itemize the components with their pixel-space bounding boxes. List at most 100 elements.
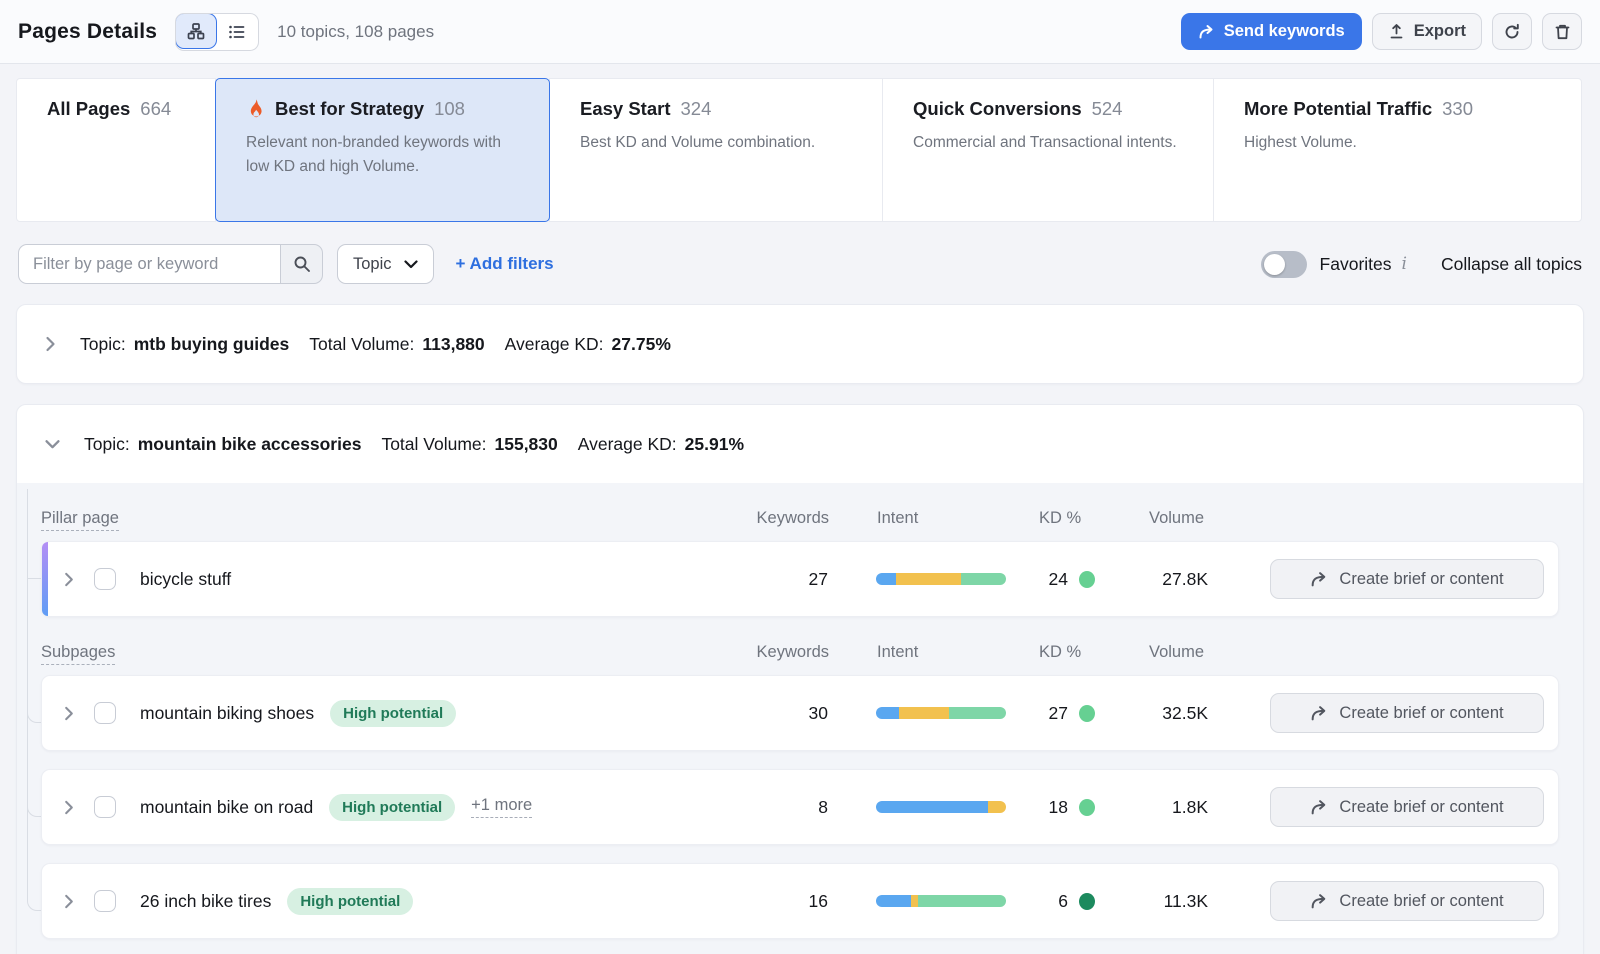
tab-quick-conversions[interactable]: Quick Conversions 524 Commercial and Tra… bbox=[882, 78, 1214, 222]
kd-value: 24 bbox=[1008, 569, 1068, 590]
topics-pages-summary: 10 topics, 108 pages bbox=[277, 22, 434, 42]
search-button[interactable] bbox=[280, 244, 323, 284]
list-view-button[interactable] bbox=[216, 14, 258, 50]
send-arrow-icon bbox=[1310, 571, 1328, 587]
more-badges-link[interactable]: +1 more bbox=[471, 796, 532, 818]
volume-value: 11.3K bbox=[1164, 891, 1258, 912]
tree-connector-line bbox=[27, 489, 28, 887]
chevron-down-icon bbox=[45, 439, 60, 450]
tab-all-pages[interactable]: All Pages 664 bbox=[16, 78, 216, 222]
info-icon[interactable]: i bbox=[1402, 254, 1407, 274]
create-brief-button[interactable]: Create brief or content bbox=[1270, 881, 1544, 921]
row-checkbox[interactable] bbox=[94, 702, 116, 724]
tab-best-for-strategy[interactable]: Best for Strategy 108 Relevant non-brand… bbox=[215, 78, 550, 222]
tab-description: Commercial and Transactional intents. bbox=[913, 131, 1191, 155]
expand-row-icon[interactable] bbox=[64, 572, 74, 587]
search-input[interactable] bbox=[18, 244, 280, 284]
pillar-row-bicycle-stuff: bicycle stuff 27 24 27.8K Create brief o… bbox=[41, 541, 1559, 617]
row-checkbox[interactable] bbox=[94, 890, 116, 912]
column-volume: Volume bbox=[1129, 509, 1259, 528]
column-kd: KD % bbox=[1009, 509, 1129, 528]
list-icon bbox=[228, 23, 246, 41]
column-intent: Intent bbox=[829, 509, 1009, 528]
tree-connector-elbow bbox=[27, 885, 41, 911]
topic-header[interactable]: Topic: mtb buying guides Total Volume: 1… bbox=[17, 305, 1583, 383]
chevron-right-icon bbox=[45, 336, 56, 352]
page-name: bicycle stuff bbox=[140, 569, 231, 590]
expand-row-icon[interactable] bbox=[64, 706, 74, 721]
column-volume: Volume bbox=[1129, 643, 1259, 662]
row-checkbox[interactable] bbox=[94, 568, 116, 590]
kd-dot bbox=[1079, 893, 1095, 910]
topic-header[interactable]: Topic: mountain bike accessories Total V… bbox=[17, 405, 1583, 483]
volume-value: 32.5K bbox=[1162, 703, 1258, 724]
keywords-count: 27 bbox=[809, 569, 828, 590]
refresh-icon bbox=[1503, 23, 1521, 41]
kd-value: 27 bbox=[1008, 703, 1068, 724]
delete-button[interactable] bbox=[1542, 13, 1582, 50]
page-title: Pages Details bbox=[18, 20, 157, 44]
send-arrow-icon bbox=[1310, 705, 1328, 721]
create-brief-button[interactable]: Create brief or content bbox=[1270, 693, 1544, 733]
add-filters-link[interactable]: + Add filters bbox=[456, 254, 554, 274]
page-name: mountain bike on road bbox=[140, 797, 313, 818]
tree-connector-elbow bbox=[27, 697, 41, 723]
kd-dot bbox=[1079, 705, 1095, 722]
intent-bar bbox=[876, 895, 1006, 907]
topbar-actions: Send keywords Export bbox=[1181, 13, 1582, 50]
tab-more-potential-traffic[interactable]: More Potential Traffic 330 Highest Volum… bbox=[1213, 78, 1582, 222]
intent-bar bbox=[876, 573, 1006, 585]
topic-filter-dropdown[interactable]: Topic bbox=[337, 244, 434, 284]
kd-value: 18 bbox=[1008, 797, 1068, 818]
export-button[interactable]: Export bbox=[1372, 13, 1482, 50]
column-keywords: Keywords bbox=[757, 643, 829, 662]
topic-name: mountain bike accessories bbox=[138, 434, 362, 455]
high-potential-badge: High potential bbox=[287, 888, 413, 915]
create-brief-button[interactable]: Create brief or content bbox=[1270, 787, 1544, 827]
subpages-columns-header: Subpages Keywords Intent KD % Volume bbox=[41, 617, 1559, 675]
sitemap-icon bbox=[187, 22, 205, 40]
tab-description: Relevant non-branded keywords with low K… bbox=[246, 131, 527, 179]
tab-description: Highest Volume. bbox=[1244, 131, 1526, 155]
column-kd: KD % bbox=[1009, 643, 1129, 662]
create-brief-button[interactable]: Create brief or content bbox=[1270, 559, 1544, 599]
send-keywords-button[interactable]: Send keywords bbox=[1181, 13, 1362, 50]
topic-name: mtb buying guides bbox=[134, 334, 290, 355]
pillar-accent-bar bbox=[42, 542, 48, 616]
search-field-group bbox=[18, 244, 323, 284]
favorites-toggle[interactable] bbox=[1261, 251, 1307, 278]
filter-row: Topic + Add filters Favorites i Collapse… bbox=[18, 244, 1582, 284]
kd-dot bbox=[1079, 571, 1095, 588]
row-checkbox[interactable] bbox=[94, 796, 116, 818]
send-arrow-icon bbox=[1198, 24, 1215, 39]
column-keywords: Keywords bbox=[757, 509, 829, 528]
flame-icon bbox=[246, 99, 265, 120]
topic-average-kd: 27.75% bbox=[612, 334, 671, 355]
subpage-row-mountain-bike-on-road: mountain bike on road High potential +1 … bbox=[41, 769, 1559, 845]
collapse-all-topics-link[interactable]: Collapse all topics bbox=[1441, 254, 1582, 275]
tab-description: Best KD and Volume combination. bbox=[580, 131, 860, 155]
tab-easy-start[interactable]: Easy Start 324 Best KD and Volume combin… bbox=[549, 78, 883, 222]
topic-pages-table: Pillar page Keywords Intent KD % Volume … bbox=[17, 483, 1583, 954]
topic-total-volume: 155,830 bbox=[495, 434, 558, 455]
subpages-label: Subpages bbox=[41, 643, 115, 662]
keywords-count: 16 bbox=[809, 891, 828, 912]
intent-bar bbox=[876, 707, 1006, 719]
refresh-button[interactable] bbox=[1492, 13, 1532, 50]
top-bar: Pages Details 10 topics, 108 pages bbox=[0, 0, 1600, 64]
expand-row-icon[interactable] bbox=[64, 800, 74, 815]
keywords-count: 30 bbox=[809, 703, 828, 724]
topic-total-volume: 113,880 bbox=[422, 334, 484, 355]
search-icon bbox=[293, 255, 311, 273]
chevron-down-icon bbox=[404, 260, 418, 269]
expand-row-icon[interactable] bbox=[64, 894, 74, 909]
view-toggle bbox=[175, 13, 259, 51]
filter-row-right: Favorites i Collapse all topics bbox=[1261, 251, 1582, 278]
topic-card-mtb-buying-guides: Topic: mtb buying guides Total Volume: 1… bbox=[16, 304, 1584, 384]
tree-connector-elbow bbox=[27, 791, 41, 817]
topic-card-mountain-bike-accessories: Topic: mountain bike accessories Total V… bbox=[16, 404, 1584, 954]
subpage-row-26-inch-bike-tires: 26 inch bike tires High potential 16 6 1… bbox=[41, 863, 1559, 939]
strategy-tabs: All Pages 664 Best for Strategy 108 Rele… bbox=[16, 78, 1584, 222]
tree-view-button[interactable] bbox=[175, 13, 217, 49]
kd-value: 6 bbox=[1008, 891, 1068, 912]
